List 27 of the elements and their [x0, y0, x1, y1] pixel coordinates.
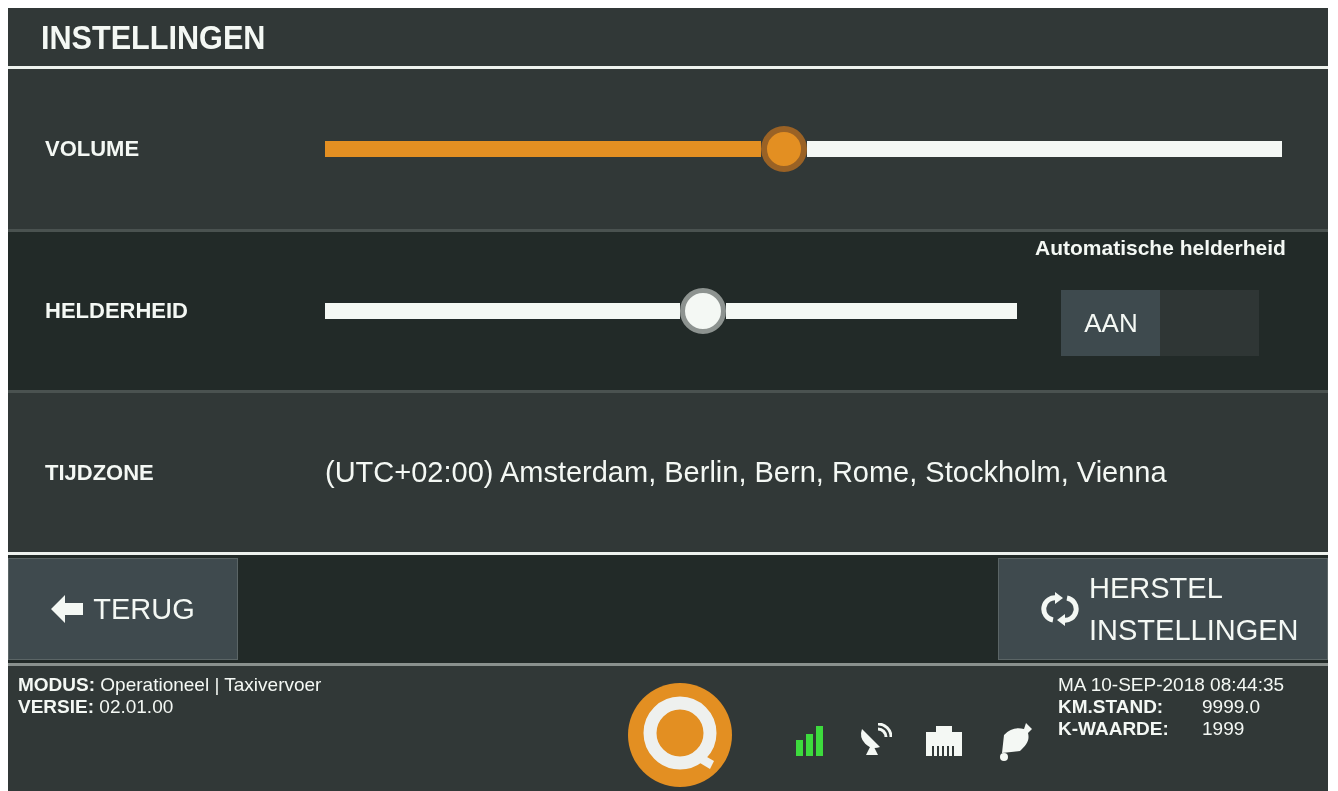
- reset-button[interactable]: HERSTEL INSTELLINGEN: [998, 558, 1328, 660]
- slider-thumb[interactable]: [679, 288, 726, 334]
- odometer-label: KM.STAND:: [1058, 696, 1165, 718]
- ethernet-port-icon: [926, 726, 962, 756]
- timezone-value[interactable]: (UTC+02:00) Amsterdam, Berlin, Bern, Rome, Stockholm, Vienna: [325, 456, 1167, 489]
- odometer-value: 9999.0: [1202, 696, 1262, 718]
- logo-icon: [628, 683, 732, 787]
- slider[interactable]: [325, 126, 1282, 172]
- setting-label: TIJDZONE: [45, 459, 155, 486]
- page-title: INSTELLINGEN: [41, 17, 266, 57]
- k-value-label: K-WAARDE:: [1058, 718, 1170, 740]
- back-button[interactable]: TERUG: [8, 558, 238, 660]
- slider-thumb[interactable]: [761, 126, 808, 172]
- arrow-left-icon: [51, 595, 84, 623]
- mode-label: MODUS:: [18, 674, 96, 695]
- refresh-icon: [1041, 590, 1079, 628]
- signal-bars-icon: [796, 726, 824, 756]
- mode-value: Operationeel | Taxivervoer: [100, 674, 322, 695]
- version-label: VERSIE:: [18, 696, 95, 717]
- date-time: MA 10-SEP-2018 08:44:35: [1058, 674, 1285, 696]
- setting-label: HELDERHEID: [45, 298, 189, 324]
- version-value: 02.01.00: [99, 696, 174, 717]
- k-value: 1999: [1202, 718, 1246, 740]
- toggle-label: Automatische helderheid: [1035, 236, 1286, 260]
- slider[interactable]: [325, 288, 1017, 334]
- setting-label: VOLUME: [45, 136, 141, 162]
- toggle-switch[interactable]: AAN: [1061, 290, 1260, 356]
